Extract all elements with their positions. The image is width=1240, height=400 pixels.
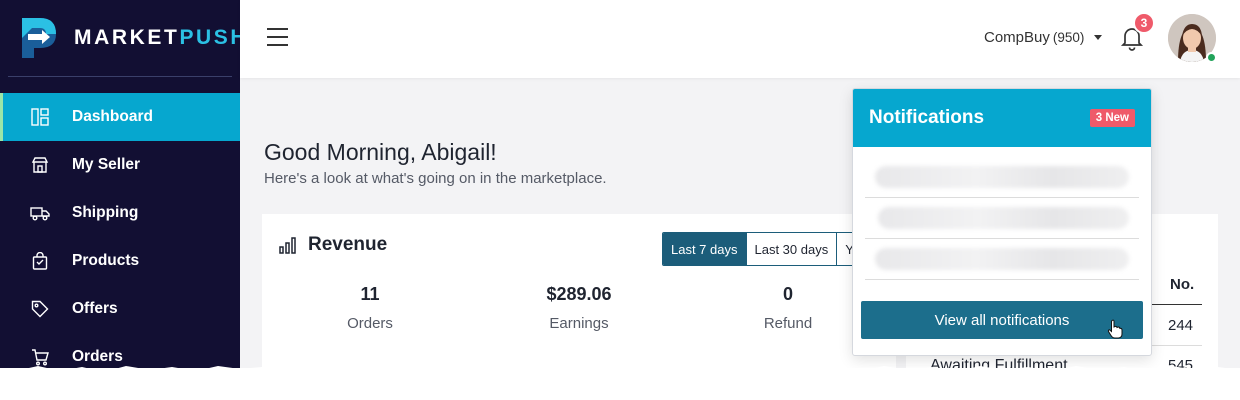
stat-label: Orders [347,315,393,332]
bar-chart-icon [279,237,296,254]
store-name: CompBuy [984,29,1050,46]
range-tabs: Last 7 days Last 30 days Y [662,232,863,266]
notifications-dropdown: Notifications 3 New View all notificatio… [852,88,1152,356]
logo-text: MARKETPUSH [74,26,249,49]
sidebar-item-label: Offers [72,300,118,317]
range-tab-last-30-days[interactable]: Last 30 days [746,233,838,265]
range-tab-last-7-days[interactable]: Last 7 days [663,233,747,265]
notifications-title: Notifications [869,107,985,128]
notifications-header: Notifications 3 New [853,89,1151,147]
revenue-card: Revenue Last 7 days Last 30 days Y 11 Or… [262,214,896,368]
top-bar: CompBuy (950) 3 [240,0,1240,78]
table-cell-value: 244 [1168,317,1194,334]
sidebar-item-label: My Seller [72,156,141,173]
sidebar-item-offers[interactable]: Offers [0,285,240,333]
notification-item[interactable] [865,239,1139,280]
sidebar-item-shipping[interactable]: Shipping [0,189,240,237]
chevron-down-icon [1094,35,1103,40]
notification-placeholder [875,166,1129,188]
logo[interactable]: MARKETPUSH [18,14,248,62]
truck-icon [30,203,50,223]
stat-label: Earnings [549,315,609,332]
sidebar: MARKETPUSH Dashboard My Seller Shipping … [0,0,246,368]
logo-mark-icon [22,18,56,58]
sidebar-item-products[interactable]: Products [0,237,240,285]
column-header-no: No. [1170,276,1195,293]
stat-earnings: $289.06 Earnings [499,284,659,332]
sidebar-item-my-seller[interactable]: My Seller [0,141,240,189]
tag-icon [30,299,50,319]
stat-refund: 0 Refund [708,284,868,332]
notification-item[interactable] [865,157,1139,198]
stat-value: 11 [360,284,380,304]
notification-placeholder [878,207,1129,229]
store-icon [30,155,50,175]
notification-count-badge: 3 [1133,12,1155,34]
dashboard-icon [30,107,50,127]
sidebar-nav: Dashboard My Seller Shipping Products Of… [0,93,240,368]
store-selector[interactable]: CompBuy (950) [984,29,1103,46]
online-status-dot [1206,52,1217,63]
stat-value: 0 [782,284,793,304]
app-frame: MARKETPUSH Dashboard My Seller Shipping … [0,0,1240,368]
sidebar-item-label: Dashboard [72,108,153,125]
bag-icon [30,251,50,271]
new-count-badge: 3 New [1089,109,1135,127]
torn-edge-decoration [0,366,1240,400]
notifications-list [853,147,1151,280]
store-count: (950) [1052,30,1085,45]
menu-toggle-icon[interactable] [267,28,289,48]
stat-orders: 11 Orders [290,284,450,332]
sidebar-item-label: Products [72,252,140,269]
hand-pointer-icon [1107,319,1123,339]
stat-label: Refund [763,315,813,332]
revenue-title: Revenue [278,234,387,256]
sidebar-item-dashboard[interactable]: Dashboard [0,93,240,141]
notification-placeholder [875,248,1129,270]
sidebar-item-label: Shipping [72,204,139,221]
notification-item[interactable] [865,198,1139,239]
stat-value: $289.06 [546,284,612,304]
sidebar-divider [8,76,232,77]
page-title: Good Morning, Abigail! [264,139,497,165]
revenue-title-text: Revenue [308,234,388,255]
view-all-notifications-button[interactable]: View all notifications [861,301,1143,339]
page-subtitle: Here's a look at what's going on in the … [264,170,607,187]
